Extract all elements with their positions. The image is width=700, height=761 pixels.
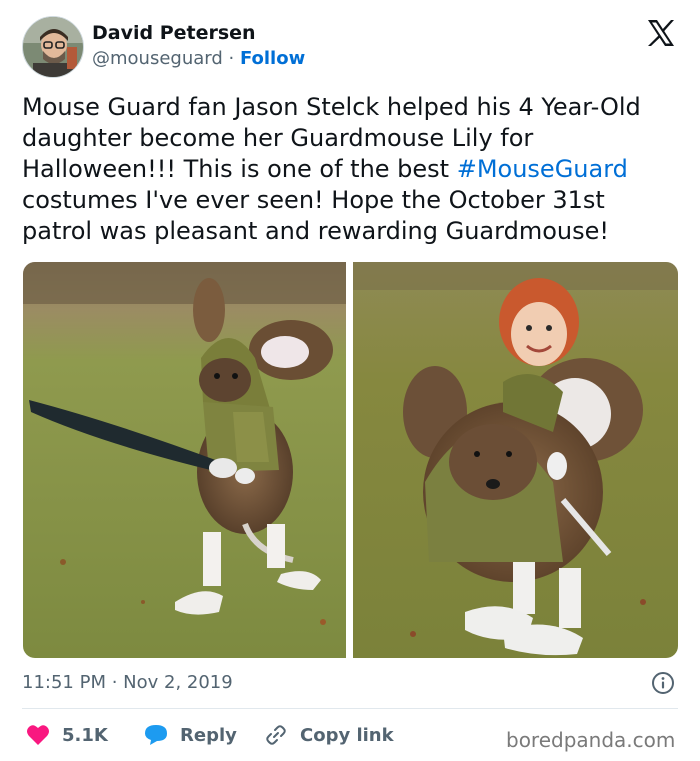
x-logo-icon[interactable] (646, 18, 676, 48)
copy-link-label: Copy link (300, 724, 394, 746)
reply-button[interactable]: Reply (144, 722, 237, 748)
reply-label: Reply (180, 724, 237, 746)
author-handle[interactable]: @mouseguard (92, 48, 223, 69)
link-icon (266, 725, 286, 745)
divider (22, 708, 678, 709)
tweet-card: David Petersen @mouseguard · Follow Mous… (0, 0, 700, 761)
author-avatar[interactable] (22, 16, 84, 78)
handle-separator: · (222, 48, 240, 69)
tweet-date: Nov 2, 2019 (123, 672, 233, 693)
tweet-text-after: costumes I've ever seen! Hope the Octobe… (22, 186, 609, 245)
speech-bubble-icon (145, 725, 167, 745)
copy-link-button[interactable]: Copy link (264, 722, 394, 748)
hashtag-link[interactable]: #MouseGuard (457, 155, 628, 183)
tweet-photo-right[interactable] (353, 262, 678, 658)
author-name[interactable]: David Petersen (92, 22, 256, 44)
like-count: 5.1K (62, 724, 108, 746)
tweet-text: Mouse Guard fan Jason Stelck helped his … (22, 92, 682, 247)
author-handle-line: @mouseguard · Follow (92, 48, 305, 69)
tweet-timestamp[interactable]: 11:51 PM · Nov 2, 2019 (22, 672, 233, 693)
watermark: boredpanda.com (506, 728, 676, 752)
tweet-photo-left[interactable] (23, 262, 346, 658)
follow-button[interactable]: Follow (240, 48, 305, 69)
tweet-time: 11:51 PM (22, 672, 106, 693)
like-button[interactable]: 5.1K (26, 722, 108, 748)
heart-icon (27, 725, 49, 745)
info-icon[interactable] (651, 671, 675, 695)
meta-separator: · (105, 672, 124, 693)
